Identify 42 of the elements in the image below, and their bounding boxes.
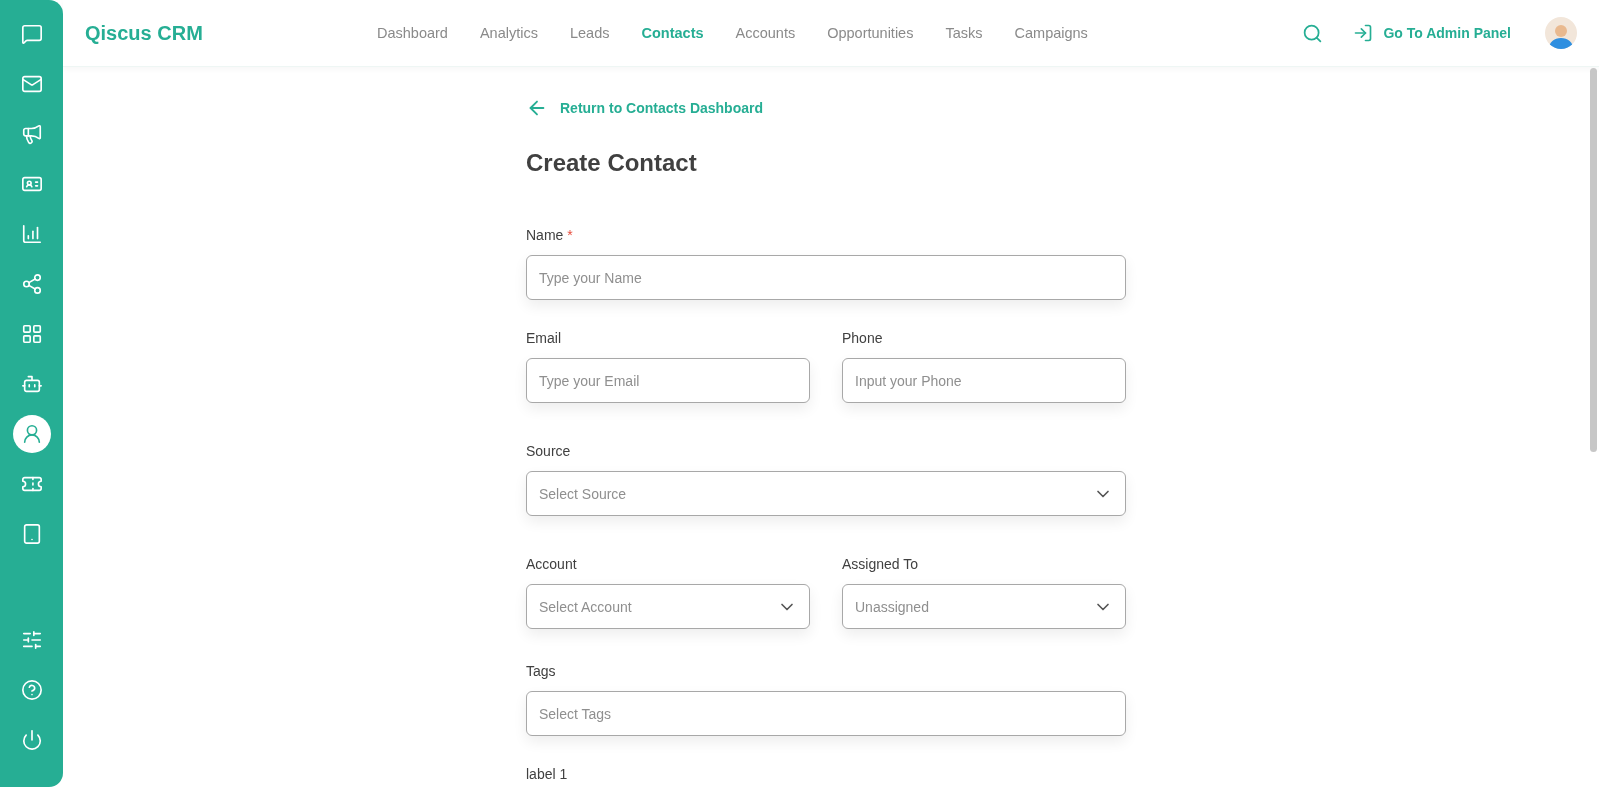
select-field[interactable]: Unassigned: [842, 584, 1126, 629]
brand-logo[interactable]: Qiscus CRM: [85, 21, 377, 45]
nav-link[interactable]: Dashboard: [377, 25, 448, 41]
enter-icon: [1353, 23, 1374, 43]
mail-icon: [20, 73, 43, 95]
sidebar-item[interactable]: [12, 415, 51, 453]
field-label: Phone: [842, 330, 883, 346]
field-label: label 1: [526, 766, 568, 782]
select-field[interactable]: Select Source: [526, 471, 1126, 516]
sliders-icon: [20, 629, 43, 651]
robot-icon: [20, 373, 43, 395]
nav-link[interactable]: Analytics: [479, 25, 538, 41]
back-link[interactable]: Return to Contacts Dashboard: [526, 97, 763, 119]
power-icon: [20, 729, 43, 751]
field-label: Source: [526, 443, 571, 459]
input-field[interactable]: Type your Email: [526, 358, 810, 403]
user-avatar[interactable]: [1545, 17, 1577, 49]
field-label: Name *: [526, 227, 573, 243]
search-icon[interactable]: [1302, 22, 1324, 44]
admin-panel-link[interactable]: Go To Admin Panel: [1353, 23, 1511, 43]
input-field[interactable]: Type your Name: [526, 255, 1126, 300]
input-field[interactable]: Input your Phone: [842, 358, 1126, 403]
bar-chart-icon: [20, 223, 43, 245]
select-field[interactable]: Select Account: [526, 584, 810, 629]
nav-link[interactable]: Accounts: [735, 25, 796, 41]
input-field[interactable]: Select Tags: [526, 691, 1126, 736]
page-title: Create Contact: [526, 149, 698, 177]
nav-link[interactable]: Contacts: [641, 25, 704, 41]
chat-icon: [20, 23, 43, 45]
grid-icon: [20, 323, 43, 345]
field-label: Tags: [526, 663, 556, 679]
help-icon: [20, 679, 43, 701]
share-nodes-icon: [20, 273, 43, 295]
scrollbar[interactable]: [1590, 68, 1597, 452]
field-label: Assigned To: [842, 556, 918, 572]
nav-link[interactable]: Opportunities: [827, 25, 914, 41]
field-label: Email: [526, 330, 561, 346]
field-label: Account: [526, 556, 577, 572]
nav-link[interactable]: Leads: [569, 25, 610, 41]
nav-link[interactable]: Tasks: [945, 25, 983, 41]
megaphone-icon: [20, 123, 43, 145]
nav-link[interactable]: Campaigns: [1014, 25, 1088, 41]
